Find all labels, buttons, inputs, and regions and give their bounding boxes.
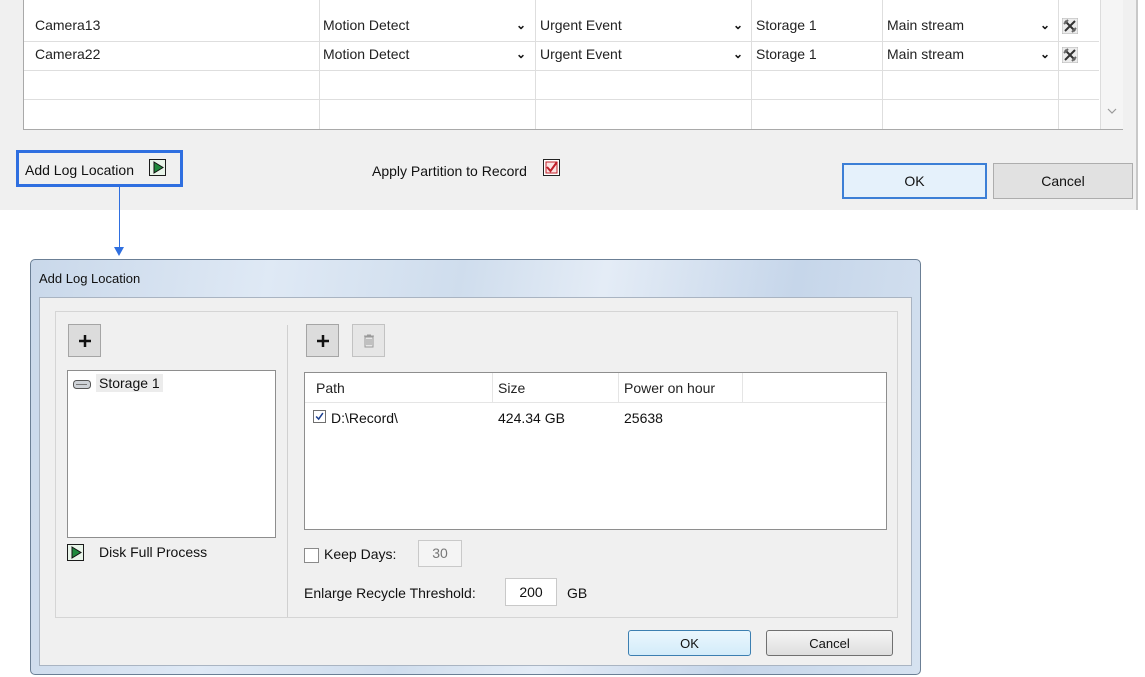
row-divider [24,99,1099,100]
play-icon[interactable] [149,159,166,176]
storage-select[interactable]: Storage 1 [756,12,817,41]
camera-name: Camera13 [35,17,101,33]
keep-days-checkbox[interactable] [304,548,319,563]
storage-select[interactable]: Storage 1 [756,41,817,70]
dialog-ok-button[interactable]: OK [628,630,751,656]
disk-full-process-label[interactable]: Disk Full Process [99,544,207,560]
chevron-down-icon[interactable]: ⌄ [516,12,526,38]
cancel-button[interactable]: Cancel [993,163,1133,199]
storage-list[interactable]: Storage 1 [67,370,276,538]
chevron-down-icon[interactable]: ⌄ [1040,41,1050,67]
stream-select[interactable]: Main stream [887,12,964,41]
pane-divider [287,325,288,617]
table-row[interactable]: Camera22 Motion Detect ⌄ Urgent Event ⌄ … [24,41,1099,70]
path-cell: D:\Record\ [331,410,398,426]
recycle-threshold-label: Enlarge Recycle Threshold: [304,585,476,601]
trash-icon [364,334,374,348]
callout-arrow-icon [114,247,124,256]
apply-partition-label: Apply Partition to Record [372,163,527,179]
column-divider [742,373,743,402]
column-header-path[interactable]: Path [316,380,345,396]
window-border [1136,0,1138,210]
column-header-power-on-hour[interactable]: Power on hour [624,380,715,396]
keep-days-label: Keep Days: [324,546,397,562]
add-storage-button[interactable] [68,324,101,357]
camera-name: Camera22 [35,46,101,62]
path-list[interactable]: Path Size Power on hour D:\Record\ 424.3… [304,372,887,530]
delete-path-button[interactable] [352,324,385,357]
chevron-down-icon[interactable]: ⌄ [733,41,743,67]
ok-button[interactable]: OK [842,163,987,199]
add-path-button[interactable] [306,324,339,357]
stream-select[interactable]: Main stream [887,41,964,70]
callout-line [119,187,120,251]
plus-icon [317,335,329,347]
recycle-threshold-input[interactable]: 200 [505,578,557,606]
column-divider [618,373,619,402]
dialog-cancel-button[interactable]: Cancel [766,630,893,656]
table-row[interactable]: Camera13 Motion Detect ⌄ Urgent Event ⌄ … [24,12,1099,41]
record-table: Camera13 Motion Detect ⌄ Urgent Event ⌄ … [23,0,1123,130]
scroll-down-icon[interactable] [1107,106,1117,116]
keep-days-input[interactable]: 30 [418,540,462,567]
row-divider [24,70,1099,71]
tools-icon[interactable] [1062,18,1078,34]
record-settings-panel: Camera13 Motion Detect ⌄ Urgent Event ⌄ … [0,0,1145,210]
table-scrollbar[interactable] [1100,0,1123,129]
event-select[interactable]: Urgent Event [540,12,622,41]
storage-item[interactable]: Storage 1 [96,374,163,392]
play-icon[interactable] [67,544,84,561]
add-log-location-button[interactable]: Add Log Location [16,150,183,187]
chevron-down-icon[interactable]: ⌄ [733,12,743,38]
tools-icon[interactable] [1062,47,1078,63]
column-divider [492,373,493,402]
hard-disk-icon [73,380,91,389]
chevron-down-icon[interactable]: ⌄ [1040,12,1050,38]
power-on-hour-cell: 25638 [624,410,663,426]
add-log-location-label: Add Log Location [25,162,134,178]
trigger-select[interactable]: Motion Detect [323,12,409,41]
apply-partition-checkbox[interactable] [543,159,560,176]
recycle-threshold-unit: GB [567,585,588,601]
path-checkbox[interactable] [313,410,326,423]
chevron-down-icon[interactable]: ⌄ [516,41,526,67]
dialog-title: Add Log Location [39,271,141,286]
event-select[interactable]: Urgent Event [540,41,622,70]
path-list-header: Path Size Power on hour [305,373,886,403]
column-header-size[interactable]: Size [498,380,525,396]
size-cell: 424.34 GB [498,410,565,426]
plus-icon [79,335,91,347]
trigger-select[interactable]: Motion Detect [323,41,409,70]
